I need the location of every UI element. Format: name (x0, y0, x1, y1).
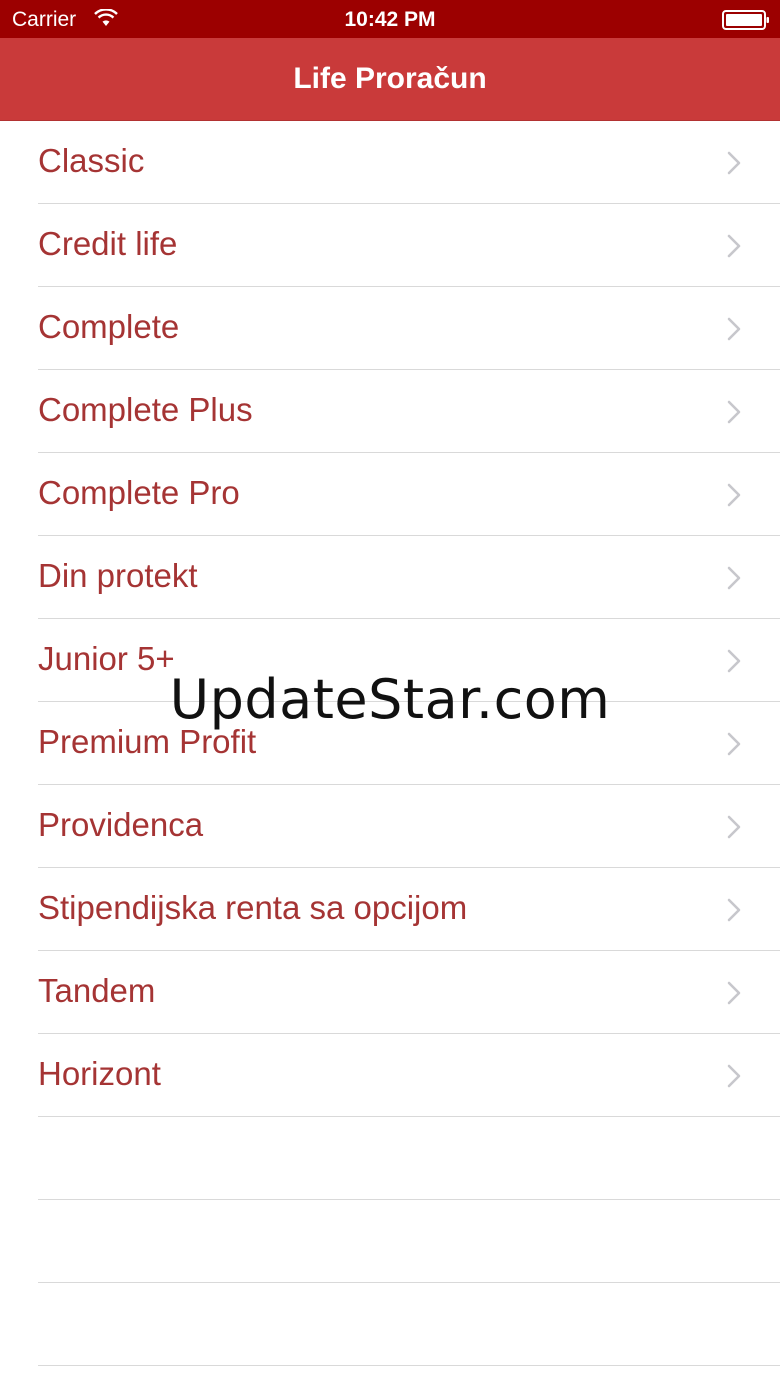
chevron-right-icon (727, 234, 741, 258)
list-item[interactable]: Complete Plus (0, 370, 780, 453)
list-item[interactable]: Horizont (0, 1034, 780, 1117)
list-item[interactable]: Credit life (0, 204, 780, 287)
status-bar: Carrier 10:42 PM (0, 0, 780, 38)
chevron-right-icon (727, 1064, 741, 1088)
list-item-label: Credit life (38, 225, 178, 262)
chevron-right-icon (727, 317, 741, 341)
page-title: Life Proračun (293, 62, 487, 95)
watermark-text: UpdateStar.com (169, 668, 611, 731)
empty-list-row (0, 1200, 780, 1283)
chevron-right-icon (727, 898, 741, 922)
list-item-label: Complete Plus (38, 391, 253, 428)
chevron-right-icon (727, 815, 741, 839)
list-item[interactable]: Providenca (0, 785, 780, 868)
list-item-label: Tandem (38, 972, 156, 1009)
list-item[interactable]: Tandem (0, 951, 780, 1034)
chevron-right-icon (727, 400, 741, 424)
list-item[interactable]: Stipendijska renta sa opcijom (0, 868, 780, 951)
battery-icon (722, 10, 769, 30)
empty-list-row (0, 1283, 780, 1366)
empty-list-row (0, 1117, 780, 1200)
chevron-right-icon (727, 483, 741, 507)
chevron-right-icon (727, 566, 741, 590)
chevron-right-icon (727, 732, 741, 756)
list-item-label: Classic (38, 142, 145, 179)
navigation-bar: Life Proračun (0, 38, 780, 121)
list-item[interactable]: Din protekt (0, 536, 780, 619)
list-item-label: Din protekt (38, 557, 198, 594)
chevron-right-icon (727, 151, 741, 175)
list-item-label: Complete Pro (38, 474, 240, 511)
product-list: Classic Credit life Complete Complete Pl… (0, 121, 780, 1366)
chevron-right-icon (727, 981, 741, 1005)
list-item-label: Providenca (38, 806, 204, 843)
list-item-label: Stipendijska renta sa opcijom (38, 889, 468, 926)
list-item[interactable]: Complete (0, 287, 780, 370)
list-item[interactable]: Classic (0, 121, 780, 204)
status-time: 10:42 PM (344, 8, 436, 31)
list-item[interactable]: Complete Pro (0, 453, 780, 536)
list-item-label: Complete (38, 308, 180, 345)
list-item-label: Horizont (38, 1055, 161, 1092)
